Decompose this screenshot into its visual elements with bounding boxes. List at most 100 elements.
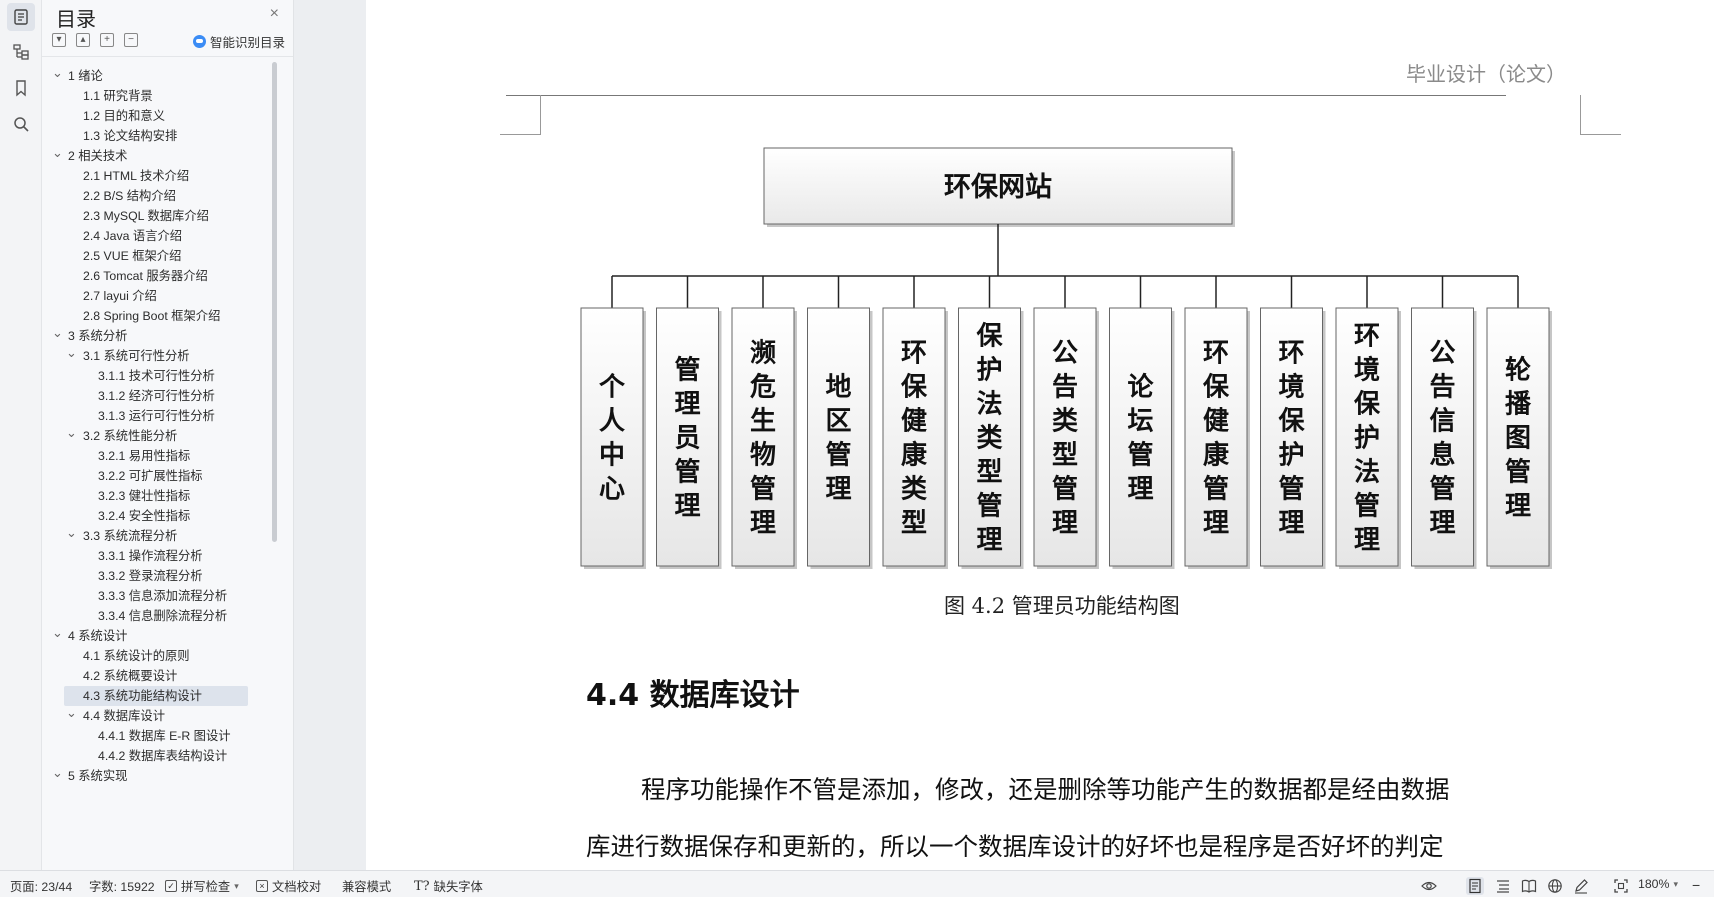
outline-view-button[interactable] — [1494, 877, 1512, 895]
toc-item-label: 4.3 系统功能结构设计 — [83, 689, 202, 703]
toc-item[interactable]: ⌄ 3.3 系统流程分析 — [42, 526, 272, 546]
child-node-box — [580, 307, 644, 567]
fit-page-button[interactable] — [1612, 877, 1630, 895]
search-icon[interactable] — [7, 110, 35, 138]
zoom-out-button[interactable]: − — [1692, 877, 1700, 893]
add-heading-icon[interactable]: + — [100, 33, 114, 47]
toc-panel: 目录 × ▾ ▴ + − 智能识别目录 ⌄ 1 绪论 1.1 研究背景 1.2 目的和… — [42, 0, 294, 870]
left-icon-rail — [0, 0, 42, 870]
toc-panel-icon[interactable] — [7, 3, 35, 31]
chevron-down-icon: ▾ — [1673, 878, 1678, 889]
toc-item-label: 3 系统分析 — [68, 329, 128, 343]
toc-item[interactable]: 2.2 B/S 结构介绍 — [42, 186, 272, 206]
toc-scrollbar[interactable] — [272, 62, 277, 542]
chevron-down-icon[interactable]: ⌄ — [66, 526, 80, 540]
toc-item[interactable]: 3.2.2 可扩展性指标 — [42, 466, 272, 486]
toc-item[interactable]: ⌄ 2 相关技术 — [42, 146, 272, 166]
toc-toolbar: ▾ ▴ + − — [52, 33, 138, 47]
smart-toc-button[interactable]: 智能识别目录 — [192, 32, 285, 51]
toc-item[interactable]: 1.2 目的和意义 — [42, 106, 272, 126]
toc-item[interactable]: 3.1.3 运行可行性分析 — [42, 406, 272, 426]
close-icon[interactable]: × — [270, 5, 279, 23]
compat-mode-label[interactable]: 兼容模式 — [342, 877, 391, 895]
toc-item[interactable]: 2.8 Spring Boot 框架介绍 — [42, 306, 272, 326]
chevron-down-icon[interactable]: ⌄ — [66, 706, 80, 720]
eye-icon — [1420, 877, 1438, 895]
outline-view-icon — [1494, 877, 1512, 895]
toc-item[interactable]: 2.4 Java 语言介绍 — [42, 226, 272, 246]
proofread-icon: × — [256, 880, 268, 892]
chevron-down-icon[interactable]: ⌄ — [66, 346, 80, 360]
child-node-box — [807, 307, 870, 567]
toc-item[interactable]: 2.7 layui 介绍 — [42, 286, 272, 306]
reading-view-button[interactable] — [1520, 877, 1538, 895]
document-page: 毕业设计（论文） 环保网站 个人中心 管理员管理 濒危生物管理 地区管理 环保健康类型保… — [366, 0, 1714, 870]
chevron-down-icon[interactable]: ⌄ — [66, 426, 80, 440]
toc-item[interactable]: ⌄ 5 系统实现 — [42, 766, 272, 786]
toc-item[interactable]: 2.1 HTML 技术介绍 — [42, 166, 272, 186]
navigation-tree-icon[interactable] — [7, 38, 35, 66]
toc-item-label: 3.2.2 可扩展性指标 — [98, 469, 203, 483]
toc-item-label: 4.1 系统设计的原则 — [83, 649, 190, 663]
spell-check-button[interactable]: ✓ 拼写检查 ▾ — [165, 877, 239, 895]
proofread-label: 文档校对 — [272, 880, 322, 894]
toc-item[interactable]: ⌄ 4 系统设计 — [42, 626, 272, 646]
status-bar: 页面: 23/44 字数: 15922 ✓ 拼写检查 ▾ × 文档校对 兼容模式… — [0, 870, 1714, 897]
toc-item[interactable]: ⌄ 1 绪论 — [42, 66, 272, 86]
toc-item[interactable]: ⌄ 4.4 数据库设计 — [42, 706, 272, 726]
toc-item-label: 2.3 MySQL 数据库介绍 — [83, 209, 209, 223]
toc-list: ⌄ 1 绪论 1.1 研究背景 1.2 目的和意义 1.3 论文结构安排 ⌄ 2 相关技术 2… — [42, 66, 282, 868]
toc-item[interactable]: 1.3 论文结构安排 — [42, 126, 272, 146]
toc-item[interactable]: 3.1.1 技术可行性分析 — [42, 366, 272, 386]
toc-item-label: 1.1 研究背景 — [83, 89, 153, 103]
page-view-button[interactable] — [1466, 877, 1484, 895]
write-mode-button[interactable] — [1572, 877, 1590, 895]
chevron-down-icon[interactable]: ⌄ — [52, 146, 66, 160]
page-indicator[interactable]: 页面: 23/44 — [10, 877, 72, 895]
toc-item[interactable]: ⌄ 3 系统分析 — [42, 326, 272, 346]
toc-item[interactable]: 3.1.2 经济可行性分析 — [42, 386, 272, 406]
chevron-down-icon[interactable]: ⌄ — [52, 66, 66, 80]
toc-item[interactable]: 4.4.1 数据库 E-R 图设计 — [42, 726, 272, 746]
toc-item[interactable]: 4.4.2 数据库表结构设计 — [42, 746, 272, 766]
toc-item-label: 3.1.3 运行可行性分析 — [98, 409, 215, 423]
toc-item[interactable]: ⌄ 3.1 系统可行性分析 — [42, 346, 272, 366]
expand-up-icon[interactable]: ▴ — [76, 33, 90, 47]
toc-item-label: 2.5 VUE 框架介绍 — [83, 249, 182, 263]
eye-protection-button[interactable] — [1420, 877, 1438, 895]
toc-item[interactable]: 3.3.3 信息添加流程分析 — [42, 586, 272, 606]
toc-item[interactable]: 2.5 VUE 框架介绍 — [42, 246, 272, 266]
toc-item[interactable]: 4.1 系统设计的原则 — [42, 646, 272, 666]
toc-item[interactable]: 3.3.2 登录流程分析 — [42, 566, 272, 586]
remove-heading-icon[interactable]: − — [124, 33, 138, 47]
chevron-down-icon[interactable]: ⌄ — [52, 326, 66, 340]
missing-font-label: 缺失字体 — [433, 880, 483, 894]
toc-item-label: 2.7 layui 介绍 — [83, 289, 157, 303]
chevron-down-icon[interactable]: ⌄ — [52, 766, 66, 780]
collapse-all-icon[interactable]: ▾ — [52, 33, 66, 47]
document-area: 毕业设计（论文） 环保网站 个人中心 管理员管理 濒危生物管理 地区管理 环保健康类型保… — [294, 0, 1714, 870]
toc-item[interactable]: 3.3.1 操作流程分析 — [42, 546, 272, 566]
ai-assistant-icon — [192, 35, 206, 48]
toc-item[interactable]: 3.2.1 易用性指标 — [42, 446, 272, 466]
child-node-label: 保护法类型管理 — [975, 322, 1003, 556]
toc-item[interactable]: 3.2.3 健壮性指标 — [42, 486, 272, 506]
toc-item[interactable]: 3.3.4 信息删除流程分析 — [42, 606, 272, 626]
toc-item[interactable]: 2.6 Tomcat 服务器介绍 — [42, 266, 272, 286]
toc-item[interactable]: 4.3 系统功能结构设计 — [64, 686, 248, 706]
proofread-button[interactable]: × 文档校对 — [256, 877, 321, 895]
missing-font-button[interactable]: T? 缺失字体 — [414, 877, 483, 895]
body-paragraph-line: 库进行数据保存和更新的，所以一个数据库设计的好坏也是程序是否好坏的判定 — [586, 832, 1444, 861]
bookmark-icon[interactable] — [7, 74, 35, 102]
toc-item-label: 1 绪论 — [68, 69, 103, 83]
web-view-button[interactable] — [1546, 877, 1564, 895]
toc-item[interactable]: 3.2.4 安全性指标 — [42, 506, 272, 526]
toc-item[interactable]: 1.1 研究背景 — [42, 86, 272, 106]
toc-item-label: 2.2 B/S 结构介绍 — [83, 189, 176, 203]
chevron-down-icon[interactable]: ⌄ — [52, 626, 66, 640]
toc-item[interactable]: 2.3 MySQL 数据库介绍 — [42, 206, 272, 226]
toc-item[interactable]: ⌄ 3.2 系统性能分析 — [42, 426, 272, 446]
word-count[interactable]: 字数: 15922 — [89, 877, 155, 895]
toc-item[interactable]: 4.2 系统概要设计 — [42, 666, 272, 686]
zoom-level[interactable]: 180% ▾ — [1638, 877, 1678, 891]
